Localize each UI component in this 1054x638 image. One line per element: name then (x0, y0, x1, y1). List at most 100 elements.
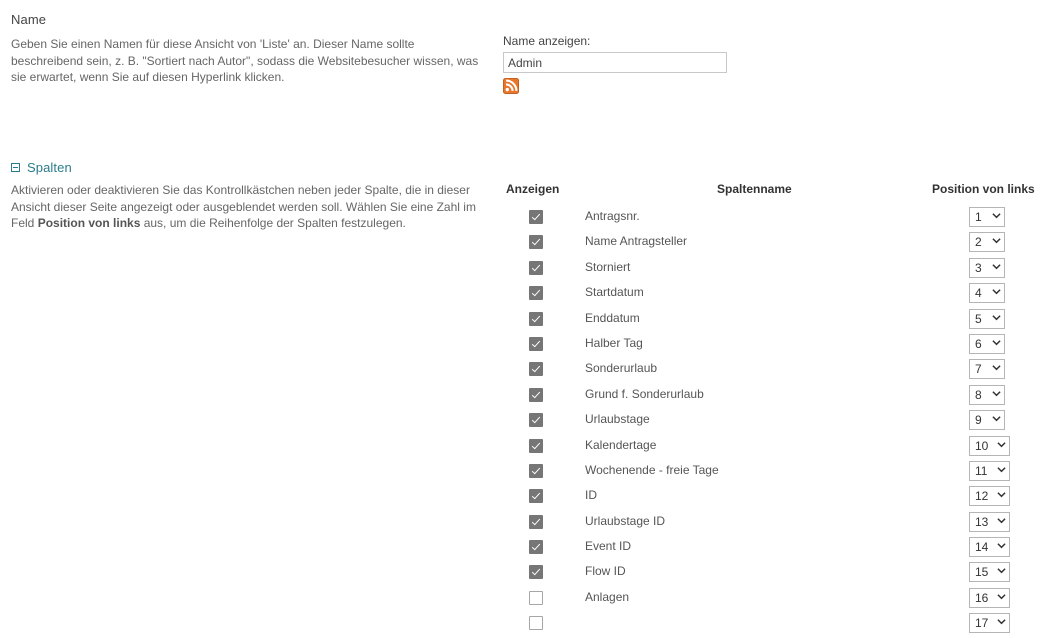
column-visibility-checkbox[interactable] (529, 210, 543, 224)
column-visibility-checkbox[interactable] (529, 565, 543, 580)
column-position-cell: 1234567891011121314151617 (969, 257, 1005, 278)
column-position-cell: 1234567891011121314151617 (969, 460, 1010, 481)
column-visibility-cell (529, 514, 543, 529)
name-section-heading: Name (11, 12, 47, 27)
column-row: Urlaubstage 1234567891011121314151617 (503, 409, 1054, 434)
column-visibility-checkbox[interactable] (529, 387, 543, 402)
column-visibility-checkbox[interactable] (529, 540, 543, 555)
column-position-cell: 1234567891011121314151617 (969, 613, 1010, 634)
column-row: Halber Tag 1234567891011121314151617 (503, 333, 1054, 358)
column-name-label: Urlaubstage (585, 412, 650, 427)
column-row: Name Antragsteller 1234567891011121314151… (503, 231, 1054, 256)
column-visibility-checkbox[interactable] (529, 489, 543, 504)
column-visibility-checkbox[interactable] (529, 336, 543, 351)
column-position-select-wrapper: 1234567891011121314151617 (969, 562, 1010, 583)
column-row: Enddatum 1234567891011121314151617 (503, 308, 1054, 333)
column-position-select[interactable]: 1234567891011121314151617 (969, 333, 1005, 354)
column-name-label: Halber Tag (585, 335, 643, 350)
column-position-select[interactable]: 1234567891011121314151617 (969, 207, 1005, 227)
column-row: 1234567891011121314151617 (503, 612, 1054, 637)
column-position-select[interactable]: 1234567891011121314151617 (969, 435, 1010, 456)
column-row: Anlagen 1234567891011121314151617 (503, 587, 1054, 612)
column-row: Antragsnr. 1234567891011121314151617 (503, 206, 1054, 231)
columns-section-toggle[interactable]: Spalten (11, 160, 72, 175)
column-position-select-wrapper: 1234567891011121314151617 (969, 384, 1005, 405)
column-header-position: Position von links (932, 182, 1035, 196)
column-visibility-cell (529, 590, 543, 605)
column-visibility-checkbox[interactable] (529, 514, 543, 529)
column-name-label: Grund f. Sonderurlaub (585, 386, 704, 401)
column-row: Grund f. Sonderurlaub 1234567891011121314… (503, 384, 1054, 409)
name-field-group: Name anzeigen: (503, 34, 803, 94)
column-position-select[interactable]: 1234567891011121314151617 (969, 587, 1010, 608)
column-position-cell: 1234567891011121314151617 (969, 384, 1005, 405)
column-position-select-wrapper: 1234567891011121314151617 (969, 486, 1010, 507)
column-header-display: Anzeigen (506, 182, 560, 196)
column-position-select-wrapper: 1234567891011121314151617 (969, 232, 1005, 253)
columns-row-list: Antragsnr.1234567891011121314151617Name … (503, 206, 1054, 638)
column-position-select[interactable]: 1234567891011121314151617 (969, 384, 1005, 405)
column-visibility-checkbox[interactable] (529, 362, 543, 377)
collapse-minus-icon (11, 163, 20, 172)
column-name-label: Wochenende - freie Tage (585, 462, 719, 477)
column-visibility-cell (529, 489, 543, 504)
column-visibility-checkbox[interactable] (529, 311, 543, 326)
column-visibility-checkbox[interactable] (529, 260, 543, 275)
column-position-select-wrapper: 1234567891011121314151617 (969, 308, 1005, 329)
columns-table-header: Anzeigen Spaltenname Position von links (503, 155, 1054, 196)
rss-icon (503, 78, 519, 94)
column-position-cell: 1234567891011121314151617 (969, 333, 1005, 354)
column-position-cell: 1234567891011121314151617 (969, 359, 1005, 380)
column-visibility-cell (529, 463, 543, 478)
column-visibility-checkbox[interactable] (529, 590, 543, 605)
column-visibility-cell (529, 616, 543, 631)
column-position-select[interactable]: 1234567891011121314151617 (969, 486, 1010, 507)
column-visibility-checkbox[interactable] (529, 438, 543, 453)
column-visibility-checkbox[interactable] (529, 616, 543, 631)
column-position-cell: 1234567891011121314151617 (969, 207, 1005, 227)
column-position-cell: 1234567891011121314151617 (969, 537, 1010, 558)
column-visibility-cell (529, 565, 543, 580)
column-position-select-wrapper: 1234567891011121314151617 (969, 435, 1010, 456)
column-name-label: Urlaubstage ID (585, 513, 666, 528)
column-visibility-cell (529, 235, 543, 250)
column-name-label: Sonderurlaub (585, 361, 658, 376)
column-position-select-wrapper: 1234567891011121314151617 (969, 460, 1010, 481)
column-position-select[interactable]: 1234567891011121314151617 (969, 257, 1005, 278)
column-position-select[interactable]: 1234567891011121314151617 (969, 283, 1005, 304)
name-section-description: Geben Sie einen Namen für diese Ansicht … (11, 37, 479, 84)
column-visibility-cell (529, 387, 543, 402)
column-position-select[interactable]: 1234567891011121314151617 (969, 308, 1005, 329)
column-visibility-cell (529, 540, 543, 555)
column-position-select-wrapper: 1234567891011121314151617 (969, 207, 1005, 227)
column-position-select-wrapper: 1234567891011121314151617 (969, 257, 1005, 278)
column-position-select-wrapper: 1234567891011121314151617 (969, 613, 1010, 634)
column-position-select[interactable]: 1234567891011121314151617 (969, 359, 1005, 380)
display-name-input[interactable] (503, 52, 727, 73)
column-position-select[interactable]: 1234567891011121314151617 (969, 537, 1010, 558)
columns-description-emphasis: Position von links (37, 216, 141, 230)
column-visibility-cell (529, 362, 543, 377)
column-visibility-checkbox[interactable] (529, 286, 543, 301)
column-row: Flow ID 1234567891011121314151617 (503, 561, 1054, 586)
column-position-select-wrapper: 1234567891011121314151617 (969, 587, 1010, 608)
column-visibility-checkbox[interactable] (529, 413, 543, 428)
rss-feed-link[interactable] (503, 78, 519, 94)
display-name-label: Name anzeigen: (503, 34, 591, 48)
column-name-label: Name Antragsteller (585, 234, 688, 249)
column-position-select[interactable]: 1234567891011121314151617 (969, 410, 1005, 431)
column-visibility-cell (529, 413, 543, 428)
column-position-select[interactable]: 1234567891011121314151617 (969, 562, 1010, 583)
column-position-select[interactable]: 1234567891011121314151617 (969, 460, 1010, 481)
column-visibility-cell (529, 286, 543, 301)
column-visibility-checkbox[interactable] (529, 235, 543, 250)
column-row: Urlaubstage ID 1234567891011121314151617 (503, 511, 1054, 536)
column-position-select[interactable]: 1234567891011121314151617 (969, 511, 1010, 532)
column-position-select-wrapper: 1234567891011121314151617 (969, 537, 1010, 558)
column-row: Storniert 1234567891011121314151617 (503, 257, 1054, 282)
column-position-select[interactable]: 1234567891011121314151617 (969, 613, 1010, 634)
column-position-cell: 1234567891011121314151617 (969, 562, 1010, 583)
column-visibility-checkbox[interactable] (529, 463, 543, 478)
columns-section-description: Aktivieren oder deaktivieren Sie das Kon… (11, 182, 481, 232)
column-position-select[interactable]: 1234567891011121314151617 (969, 232, 1005, 253)
